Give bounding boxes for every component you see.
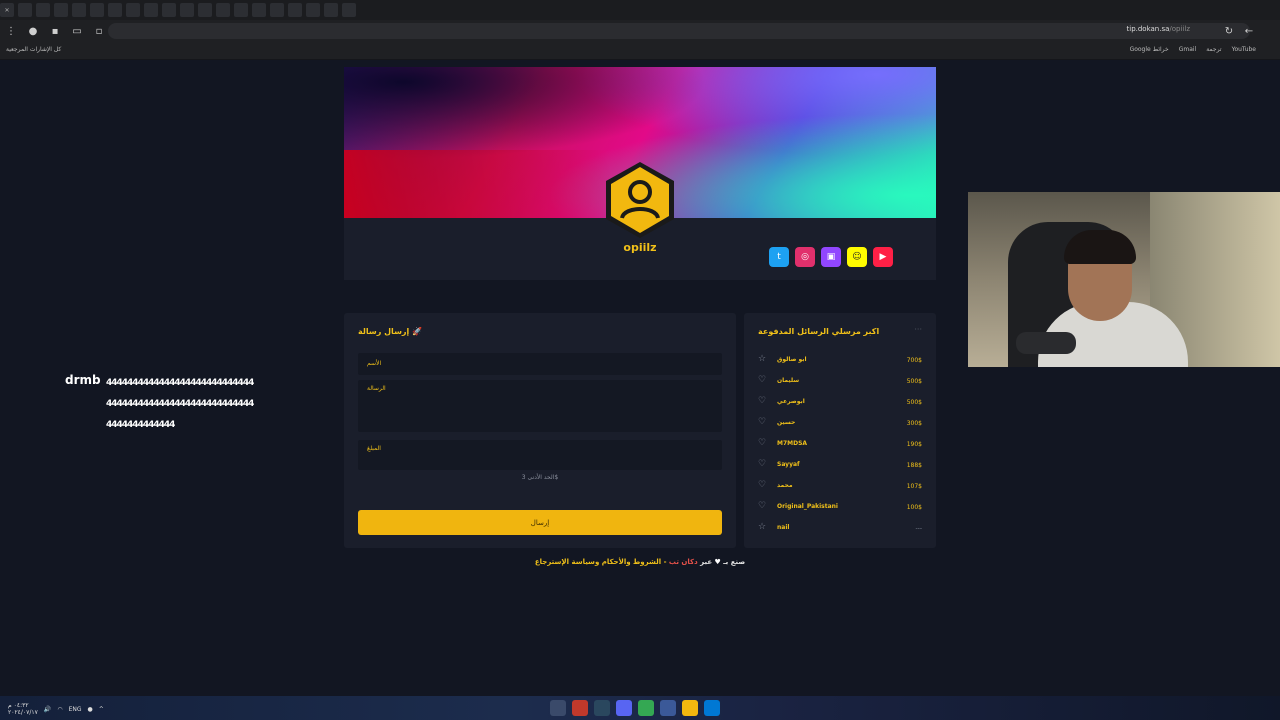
tab-strip: ✕	[0, 0, 1280, 20]
bookmarks-bar: كل الإشارات المرجعية Google خرائط Gmail …	[0, 42, 1280, 60]
tab[interactable]	[216, 3, 230, 17]
list-item: ♡ محمد 107$	[758, 480, 922, 490]
window-close-icon[interactable]: ✕	[0, 3, 14, 17]
tab[interactable]	[270, 3, 284, 17]
browser-toolbar: ⋮ ● ▪ ▭ ▫ tip.dokan.sa/opiilz ↻ ←	[0, 20, 1280, 42]
all-bookmarks-link[interactable]: كل الإشارات المرجعية	[6, 46, 61, 53]
chevron-up-icon[interactable]: ^	[99, 706, 104, 713]
list-item: ♡ Sayyaf 188$	[758, 459, 922, 469]
twitter-icon[interactable]: t	[769, 247, 789, 267]
heart-icon: ♥	[714, 558, 721, 566]
app-icon[interactable]	[550, 700, 566, 716]
list-item: ☆ nail ---	[758, 522, 922, 532]
footer-brand-link[interactable]: دكان تب	[669, 558, 698, 566]
tab[interactable]	[234, 3, 248, 17]
medal-icon: ♡	[758, 438, 767, 448]
url-text: tip.dokan.sa/opiilz	[1126, 25, 1191, 33]
minimum-amount-hint: الحد الأدنى 3$	[521, 474, 559, 481]
terms-link[interactable]: - الشروط والأحكام وسياسة الإسترجاع	[535, 558, 667, 566]
tab[interactable]	[162, 3, 176, 17]
bookmark-gmail[interactable]: Gmail	[1179, 46, 1197, 53]
page: opiilz t ◎ ▣ ☺ ▶ إرسال رسالة 🚀 الأسم الر…	[0, 60, 1280, 696]
extension-icon[interactable]: ▪	[49, 25, 61, 37]
more-icon[interactable]: ···	[914, 325, 922, 334]
tab[interactable]	[252, 3, 266, 17]
tab[interactable]	[198, 3, 212, 17]
send-message-card: إرسال رسالة 🚀 الأسم الرسالة المبلغ الحد …	[344, 313, 736, 548]
folder-icon[interactable]	[682, 700, 698, 716]
mic-icon[interactable]: ●	[88, 706, 93, 713]
list-item: ♡ Original_Pakistani 100$	[758, 501, 922, 511]
volume-icon[interactable]: 🔊	[44, 706, 51, 713]
windows-icon[interactable]	[704, 700, 720, 716]
username: opiilz	[623, 241, 657, 254]
medal-icon: ♡	[758, 480, 767, 490]
reload-icon[interactable]: ↻	[1223, 25, 1235, 37]
snapchat-icon[interactable]: ☺	[847, 247, 867, 267]
app-icon[interactable]	[660, 700, 676, 716]
tab[interactable]	[306, 3, 320, 17]
twitch-icon[interactable]: ▣	[821, 247, 841, 267]
back-icon[interactable]: ←	[1243, 25, 1255, 37]
tab[interactable]	[72, 3, 86, 17]
medal-icon: ♡	[758, 396, 767, 406]
name-field[interactable]: الأسم	[358, 353, 722, 375]
tab[interactable]	[288, 3, 302, 17]
address-bar[interactable]: tip.dokan.sa/opiilz	[108, 23, 1250, 39]
chrome-icon[interactable]: ●	[27, 25, 39, 37]
form-title: إرسال رسالة 🚀	[358, 327, 423, 336]
instagram-icon[interactable]: ◎	[795, 247, 815, 267]
tab[interactable]	[342, 3, 356, 17]
footer: صنع بـ ♥ عبر دكان تب - الشروط والأحكام و…	[534, 558, 746, 566]
amount-field[interactable]: المبلغ	[358, 440, 722, 470]
screenshot-icon[interactable]: ▫	[93, 25, 105, 37]
bookmark-youtube[interactable]: YouTube	[1232, 46, 1256, 53]
tab[interactable]	[36, 3, 50, 17]
social-links: t ◎ ▣ ☺ ▶	[769, 247, 893, 267]
tab[interactable]	[126, 3, 140, 17]
taskbar: ٠٤:٣٢ م ٢٠٢٤/٠٧/١٧ 🔊 ◠ ENG ● ^	[0, 696, 1280, 720]
list-item: ☆ ابو صالوق 700$	[758, 354, 922, 364]
top-senders-card: اكبر مرسلي الرسائل المدفوعة ··· ☆ ابو صال…	[744, 313, 936, 548]
send-button[interactable]: إرسال	[358, 510, 722, 535]
steam-icon[interactable]	[594, 700, 610, 716]
discord-icon[interactable]	[616, 700, 632, 716]
medal-icon: ♡	[758, 501, 767, 511]
tab[interactable]	[90, 3, 104, 17]
menu-icon[interactable]: ⋮	[5, 25, 17, 37]
tab[interactable]	[18, 3, 32, 17]
medal-icon: ♡	[758, 459, 767, 469]
message-field[interactable]: الرسالة	[358, 380, 722, 432]
bookmark-maps[interactable]: Google خرائط	[1130, 46, 1169, 53]
clock[interactable]: ٠٤:٣٢ م ٢٠٢٤/٠٧/١٧	[8, 702, 38, 716]
youtube-icon[interactable]: ▶	[873, 247, 893, 267]
tab[interactable]	[180, 3, 194, 17]
top-senders-title: اكبر مرسلي الرسائل المدفوعة	[758, 327, 880, 336]
wifi-icon[interactable]: ◠	[57, 706, 62, 713]
bookmark-translate[interactable]: ترجمة	[1206, 46, 1221, 53]
medal-icon: ♡	[758, 375, 767, 385]
tab[interactable]	[324, 3, 338, 17]
list-item: ♡ حسين 300$	[758, 417, 922, 427]
chrome-icon[interactable]	[638, 700, 654, 716]
app-icon[interactable]	[572, 700, 588, 716]
tab[interactable]	[54, 3, 68, 17]
tab[interactable]	[144, 3, 158, 17]
webcam-overlay	[968, 192, 1280, 367]
rocket-icon: 🚀	[412, 327, 423, 336]
tab[interactable]	[108, 3, 122, 17]
star-icon: ☆	[758, 522, 767, 532]
language-indicator[interactable]: ENG	[69, 706, 82, 713]
sidebar-icon[interactable]: ▭	[71, 25, 83, 37]
list-item: ♡ M7MDSA 190$	[758, 438, 922, 448]
avatar	[606, 162, 674, 238]
alert-sender: drmb	[65, 373, 101, 387]
alert-message: 4444444444444444444444444444444444444444…	[106, 378, 254, 430]
medal-icon: ♡	[758, 417, 767, 427]
star-icon: ☆	[758, 354, 767, 364]
list-item: ♡ ابوصرعي 500$	[758, 396, 922, 406]
list-item: ♡ سليمان 500$	[758, 375, 922, 385]
